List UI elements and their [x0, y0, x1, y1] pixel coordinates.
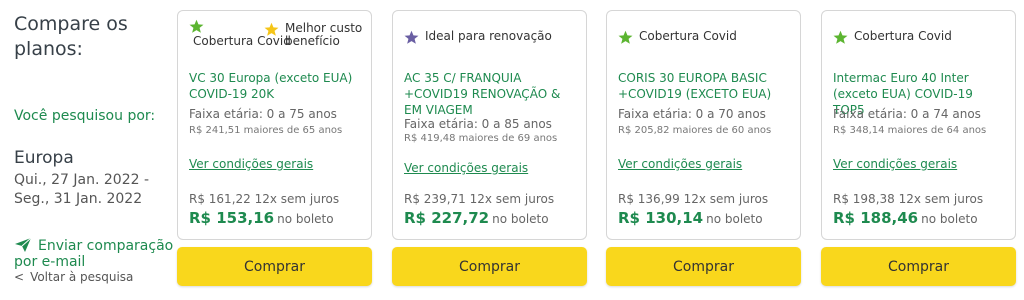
installment-price: R$ 161,22 12x sem juros	[189, 192, 340, 206]
page-title-line1: Compare os	[14, 13, 128, 35]
star-purple-icon	[404, 30, 419, 44]
buy-button[interactable]: Comprar	[392, 247, 587, 286]
buy-button[interactable]: Comprar	[606, 247, 801, 286]
price-row: R$ 188,46 no boleto	[833, 208, 978, 227]
plan-name: AC 35 C/ FRANQUIA +COVID19 RENOVAÇÃO & E…	[404, 71, 561, 117]
plan-tag-label: Ideal para renovação	[425, 29, 552, 43]
price-row: R$ 227,72 no boleto	[404, 208, 549, 227]
price-row: R$ 130,14 no boleto	[618, 208, 763, 227]
plan-tag: Cobertura Covid	[618, 30, 737, 45]
age-extra-price: R$ 348,14 maiores de 64 anos	[833, 125, 987, 136]
conditions-link[interactable]: Ver condições gerais	[833, 157, 957, 171]
travel-dates: Qui., 27 Jan. 2022 - Seg., 31 Jan. 2022	[14, 172, 150, 207]
plan-name: CORIS 30 EUROPA BASIC +COVID19 (EXCETO E…	[618, 71, 772, 101]
plan-tag-label: Cobertura Covid	[854, 29, 952, 43]
plan-tag: Melhor custo benefício	[264, 22, 374, 48]
page-title-line2: planos:	[14, 38, 83, 60]
conditions-link[interactable]: Ver condições gerais	[189, 157, 313, 171]
plan-card: Ideal para renovação AC 35 C/ FRANQUIA +…	[392, 10, 587, 240]
send-plane-icon	[15, 238, 32, 252]
boleto-price: R$ 153,16	[189, 209, 275, 227]
boleto-price: R$ 130,14	[618, 209, 704, 227]
age-extra-price: R$ 419,48 maiores de 69 anos	[404, 133, 558, 144]
star-green-icon	[618, 30, 633, 44]
plan-tags: Cobertura Covid	[833, 19, 1009, 65]
back-to-search-label: Voltar à pesquisa	[30, 270, 134, 284]
age-range: Faixa etária: 0 a 85 anos	[404, 117, 552, 131]
star-yellow-icon	[264, 22, 279, 36]
plan-tags: Cobertura Covid	[618, 19, 794, 65]
plan-name: VC 30 Europa (exceto EUA) COVID-19 20K	[189, 71, 353, 101]
searched-label: Você pesquisou por:	[14, 108, 156, 124]
age-range: Faixa etária: 0 a 74 anos	[833, 107, 981, 121]
plan-tag: Cobertura Covid	[833, 30, 952, 45]
chevron-left-icon: <	[14, 270, 25, 284]
send-comparison-link[interactable]: Enviar comparação por e-mail	[14, 238, 174, 270]
plan-tags: Cobertura Covid Melhor custo benefício	[189, 19, 365, 65]
back-to-search-link[interactable]: < Voltar à pesquisa	[14, 270, 133, 284]
star-green-icon	[189, 19, 204, 33]
send-comparison-label: Enviar comparação por e-mail	[14, 238, 174, 270]
destination-text: Europa	[14, 148, 74, 168]
age-extra-price: R$ 241,51 maiores de 65 anos	[189, 125, 343, 136]
age-range: Faixa etária: 0 a 70 anos	[618, 107, 766, 121]
plan-tag-label: Melhor custo benefício	[285, 21, 363, 48]
boleto-price: R$ 188,46	[833, 209, 919, 227]
installment-price: R$ 136,99 12x sem juros	[618, 192, 769, 206]
price-row: R$ 153,16 no boleto	[189, 208, 334, 227]
page-title: Compare os planos:	[14, 12, 128, 62]
installment-price: R$ 239,71 12x sem juros	[404, 192, 555, 206]
plan-tag: Ideal para renovação	[404, 30, 552, 45]
conditions-link[interactable]: Ver condições gerais	[404, 161, 528, 175]
boleto-label: no boleto	[921, 212, 978, 226]
boleto-label: no boleto	[706, 212, 763, 226]
boleto-label: no boleto	[277, 212, 334, 226]
conditions-link[interactable]: Ver condições gerais	[618, 157, 742, 171]
boleto-label: no boleto	[492, 212, 549, 226]
star-green-icon	[833, 30, 848, 44]
buy-button[interactable]: Comprar	[177, 247, 372, 286]
comparison-sidebar: Compare os planos: Você pesquisou por: E…	[14, 0, 174, 300]
plan-card: Cobertura Covid Melhor custo benefício V…	[177, 10, 372, 240]
plan-card: Cobertura Covid CORIS 30 EUROPA BASIC +C…	[606, 10, 801, 240]
boleto-price: R$ 227,72	[404, 209, 490, 227]
plan-card: Cobertura Covid Intermac Euro 40 Inter (…	[821, 10, 1016, 240]
installment-price: R$ 198,38 12x sem juros	[833, 192, 984, 206]
buy-button[interactable]: Comprar	[821, 247, 1016, 286]
plan-tag-label: Cobertura Covid	[639, 29, 737, 43]
age-range: Faixa etária: 0 a 75 anos	[189, 107, 337, 121]
plan-tags: Ideal para renovação	[404, 19, 580, 65]
age-extra-price: R$ 205,82 maiores de 60 anos	[618, 125, 772, 136]
